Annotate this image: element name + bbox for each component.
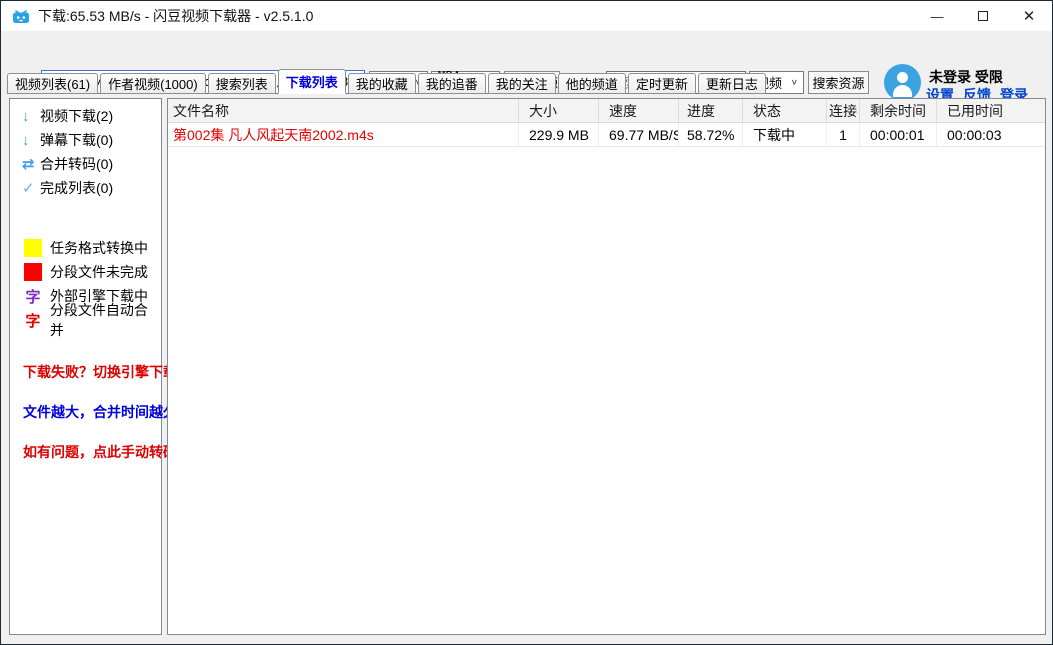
red-swatch-icon [24, 263, 42, 281]
tab-his-channel[interactable]: 他的频道 [558, 73, 626, 94]
tab-my-favorites[interactable]: 我的收藏 [348, 73, 416, 94]
sidebar-item-completed-list[interactable]: ✓ 完成列表(0) [10, 176, 161, 200]
col-status: 状态 [743, 99, 827, 122]
check-icon: ✓ [22, 179, 40, 197]
chevron-down-icon: ∨ [791, 78, 798, 87]
sidebar-item-label: 视频下载(2) [40, 106, 113, 126]
cell-size: 229.9 MB [519, 123, 599, 146]
toolbar: 解 析: 自动 ∨ MP4-AVC ∨ 解析资源 搜 索: 视频 ∨ 搜索资源 … [1, 31, 1052, 71]
cell-progress: 58.72% [679, 123, 743, 146]
cell-filename: 第002集 凡人风起天南2002.m4s [168, 123, 519, 146]
tab-download-list[interactable]: 下载列表 [278, 69, 346, 94]
close-button[interactable]: ✕ [1006, 1, 1052, 31]
col-speed: 速度 [599, 99, 679, 122]
download-icon: ↓ [22, 132, 40, 149]
sidebar: ↓ 视频下载(2) ↓ 弹幕下载(0) ⇄ 合并转码(0) ✓ 完成列表(0) … [9, 98, 162, 635]
table-row[interactable]: 第002集 凡人风起天南2002.m4s 229.9 MB 69.77 MB/S… [168, 123, 1045, 147]
col-size: 大小 [519, 99, 599, 122]
cell-elapsed-time: 00:00:03 [937, 123, 1045, 146]
legend-auto-merge: 字 分段文件自动合并 [10, 308, 161, 332]
cell-connections: 1 [827, 123, 860, 146]
window-title: 下载:65.53 MB/s - 闪豆视频下载器 - v2.5.1.0 [38, 6, 313, 26]
col-connections: 连接 [827, 99, 860, 122]
tab-video-list[interactable]: 视频列表(61) [7, 73, 98, 94]
download-icon: ↓ [22, 108, 40, 125]
cell-speed: 69.77 MB/S [599, 123, 679, 146]
hint-manual-transcode[interactable]: 如有问题，点此手动转码 [23, 442, 177, 462]
cell-status: 下载中 [743, 123, 827, 146]
sidebar-item-label: 弹幕下载(0) [40, 130, 113, 150]
yellow-swatch-icon [24, 239, 42, 257]
app-icon [12, 8, 30, 24]
sidebar-item-label: 合并转码(0) [40, 154, 113, 174]
title-bar: 下载:65.53 MB/s - 闪豆视频下载器 - v2.5.1.0 — ✕ [1, 1, 1052, 31]
minimize-button[interactable]: — [914, 1, 960, 31]
cell-remaining-time: 00:00:01 [860, 123, 937, 146]
legend-segment-incomplete: 分段文件未完成 [10, 260, 161, 284]
login-status: 未登录 受限 [929, 67, 1003, 87]
col-progress: 进度 [679, 99, 743, 122]
tab-scheduled-update[interactable]: 定时更新 [628, 73, 696, 94]
maximize-button[interactable] [960, 1, 1006, 31]
purple-char-icon: 字 [24, 286, 42, 307]
tab-author-videos[interactable]: 作者视频(1000) [100, 73, 206, 94]
hint-switch-engine[interactable]: 下载失败？切换引擎下载 [23, 362, 177, 382]
tab-bar: 视频列表(61) 作者视频(1000) 搜索列表 下载列表 我的收藏 我的追番 … [7, 71, 768, 94]
tab-search-list[interactable]: 搜索列表 [208, 73, 276, 94]
sidebar-item-merge-transcode[interactable]: ⇄ 合并转码(0) [10, 152, 161, 176]
hint-merge-time: 文件越大，合并时间越久 [23, 402, 177, 422]
sidebar-item-video-download[interactable]: ↓ 视频下载(2) [10, 104, 161, 128]
col-elapsed-time: 已用时间 [937, 99, 1045, 122]
col-remaining-time: 剩余时间 [860, 99, 937, 122]
avatar-person-icon [897, 72, 908, 83]
red-char-icon: 字 [24, 310, 42, 331]
legend-converting: 任务格式转换中 [10, 236, 161, 260]
sidebar-item-danmaku-download[interactable]: ↓ 弹幕下载(0) [10, 128, 161, 152]
col-filename: 文件名称 [168, 99, 519, 122]
sidebar-item-label: 完成列表(0) [40, 178, 113, 198]
table-header: 文件名称 大小 速度 进度 状态 连接 剩余时间 已用时间 [168, 99, 1045, 123]
tab-changelog[interactable]: 更新日志 [698, 73, 766, 94]
user-avatar[interactable] [884, 64, 921, 101]
tab-my-follows[interactable]: 我的关注 [488, 73, 556, 94]
tab-my-bangumi[interactable]: 我的追番 [418, 73, 486, 94]
search-button[interactable]: 搜索资源 [808, 71, 869, 94]
download-table: 文件名称 大小 速度 进度 状态 连接 剩余时间 已用时间 第002集 凡人风起… [167, 98, 1046, 635]
merge-icon: ⇄ [22, 155, 40, 173]
maximize-icon [978, 11, 988, 21]
